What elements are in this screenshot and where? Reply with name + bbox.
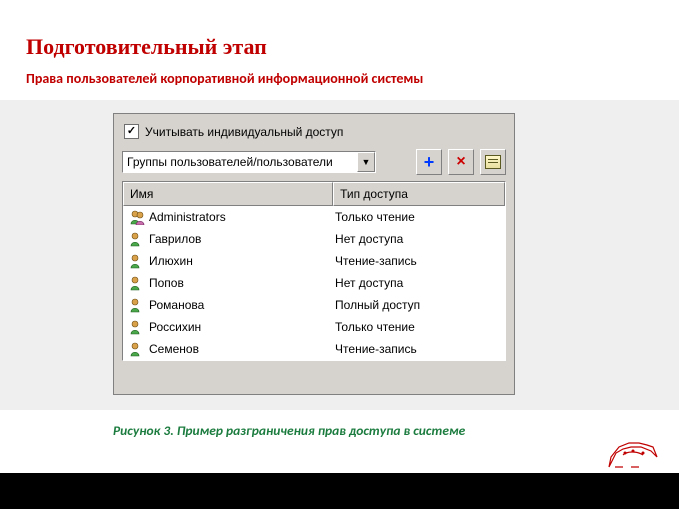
delete-button[interactable]: × — [448, 149, 474, 175]
footer-bar — [0, 473, 679, 509]
access-type: Нет доступа — [331, 276, 505, 290]
chevron-down-icon: ▼ — [357, 152, 375, 172]
access-type: Нет доступа — [331, 232, 505, 246]
table-row[interactable]: РоссихинТолько чтение — [123, 316, 505, 338]
user-name: Гаврилов — [149, 232, 331, 246]
access-type: Полный доступ — [331, 298, 505, 312]
user-name: Романова — [149, 298, 331, 312]
user-icon — [129, 275, 145, 291]
user-icon — [129, 341, 145, 357]
x-icon: × — [456, 154, 465, 170]
access-type: Только чтение — [331, 320, 505, 334]
access-type: Чтение-запись — [331, 254, 505, 268]
user-name: Россихин — [149, 320, 331, 334]
user-icon — [129, 231, 145, 247]
groups-dropdown[interactable]: Группы пользователей/пользователи ▼ — [122, 151, 376, 173]
column-header-name[interactable]: Имя — [123, 182, 333, 206]
user-name: Илюхин — [149, 254, 331, 268]
plus-icon: + — [424, 153, 435, 171]
user-icon — [129, 319, 145, 335]
table-row[interactable]: СеменовЧтение-запись — [123, 338, 505, 360]
slide-title: Подготовительный этап — [26, 34, 267, 60]
user-name: Administrators — [149, 210, 331, 224]
properties-icon — [485, 155, 501, 169]
table-row[interactable]: ПоповНет доступа — [123, 272, 505, 294]
user-icon — [129, 253, 145, 269]
add-button[interactable]: + — [416, 149, 442, 175]
individual-access-label: Учитывать индивидуальный доступ — [145, 125, 343, 139]
access-type: Только чтение — [331, 210, 505, 224]
group-icon — [129, 209, 145, 225]
table-row[interactable]: AdministratorsТолько чтение — [123, 206, 505, 228]
table-row[interactable]: ИлюхинЧтение-запись — [123, 250, 505, 272]
table-row[interactable]: ГавриловНет доступа — [123, 228, 505, 250]
slide-subtitle: Права пользователей корпоративной информ… — [26, 70, 423, 87]
table-row[interactable]: РомановаПолный доступ — [123, 294, 505, 316]
individual-access-checkbox[interactable]: ✓ — [124, 124, 139, 139]
permissions-list: Имя Тип доступа AdministratorsТолько чте… — [122, 181, 506, 361]
rhino-logo — [603, 433, 661, 475]
slide: Подготовительный этап Права пользователе… — [0, 0, 679, 509]
column-header-type[interactable]: Тип доступа — [333, 182, 505, 206]
user-name: Семенов — [149, 342, 331, 356]
figure-caption: Рисунок 3. Пример разграничения прав дос… — [113, 422, 465, 439]
access-type: Чтение-запись — [331, 342, 505, 356]
user-name: Попов — [149, 276, 331, 290]
groups-dropdown-label: Группы пользователей/пользователи — [127, 155, 357, 169]
properties-button[interactable] — [480, 149, 506, 175]
permissions-panel: ✓ Учитывать индивидуальный доступ Группы… — [113, 113, 515, 395]
user-icon — [129, 297, 145, 313]
